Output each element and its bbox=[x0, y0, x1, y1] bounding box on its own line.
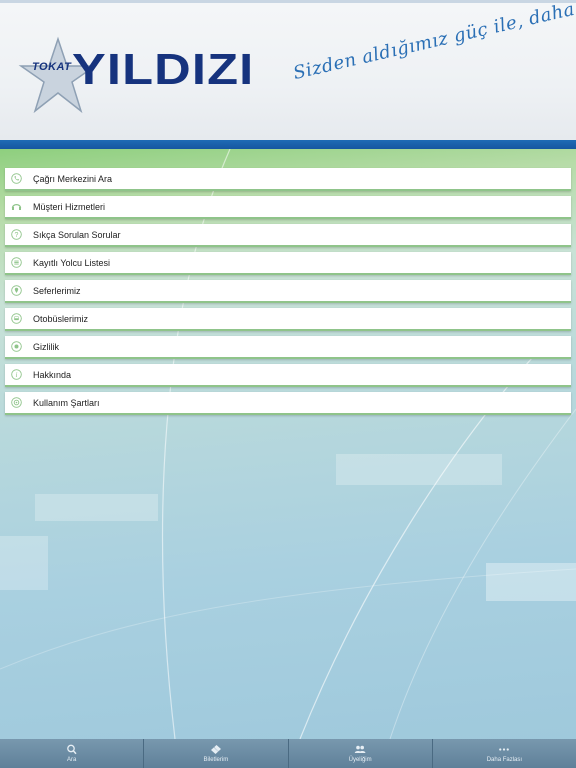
menu-item-label: Otobüslerimiz bbox=[33, 313, 89, 324]
location-pin-icon bbox=[11, 285, 22, 296]
menu-item-label: Çağrı Merkezini Ara bbox=[33, 173, 113, 184]
main-menu: Çağrı Merkezini Ara Müşteri Hizmetleri ?… bbox=[5, 168, 571, 420]
tab-tickets[interactable]: Biletlerim bbox=[144, 739, 289, 768]
slogan-text: Sizden aldığımız güç ile, daha ileriye..… bbox=[291, 0, 576, 84]
header-divider-bar bbox=[0, 140, 576, 149]
menu-item-terms[interactable]: Kullanım Şartları bbox=[5, 392, 571, 415]
tab-label: Biletlerim bbox=[203, 757, 229, 763]
menu-item-label: Kayıtlı Yolcu Listesi bbox=[33, 257, 111, 268]
menu-item-call-center[interactable]: Çağrı Merkezini Ara bbox=[5, 168, 571, 191]
menu-item-label: Kullanım Şartları bbox=[33, 397, 100, 408]
ticket-icon bbox=[210, 744, 222, 755]
logo-main-text: YILDIZI bbox=[72, 45, 255, 94]
tab-more[interactable]: Daha Fazlası bbox=[432, 739, 576, 768]
phone-icon bbox=[11, 173, 22, 184]
menu-item-customer-service[interactable]: Müşteri Hizmetleri bbox=[5, 196, 571, 219]
menu-item-passenger-list[interactable]: Kayıtlı Yolcu Listesi bbox=[5, 252, 571, 275]
more-icon bbox=[498, 744, 510, 755]
privacy-icon bbox=[11, 341, 22, 352]
tab-label: Daha Fazlası bbox=[486, 757, 523, 763]
tab-search[interactable]: Ara bbox=[0, 739, 145, 768]
menu-item-privacy[interactable]: Gizlilik bbox=[5, 336, 571, 359]
menu-item-faq[interactable]: ? Sıkça Sorulan Sorular bbox=[5, 224, 571, 247]
menu-item-routes[interactable]: Seferlerimiz bbox=[5, 280, 571, 303]
menu-item-label: Sıkça Sorulan Sorular bbox=[33, 229, 121, 240]
headset-icon bbox=[11, 201, 22, 212]
brand-logo: TOKAT YILDIZI bbox=[18, 35, 258, 115]
menu-item-label: Müşteri Hizmetleri bbox=[33, 201, 106, 212]
search-icon bbox=[66, 744, 78, 755]
users-icon bbox=[354, 744, 366, 755]
question-icon: ? bbox=[11, 229, 22, 240]
bus-icon bbox=[11, 313, 22, 324]
menu-item-label: Seferlerimiz bbox=[33, 285, 81, 296]
tab-label: Ara bbox=[66, 757, 77, 763]
svg-text:i: i bbox=[16, 371, 18, 379]
tab-label: Üyeliğim bbox=[348, 757, 372, 763]
tab-membership[interactable]: Üyeliğim bbox=[288, 739, 433, 768]
app-header: TOKAT YILDIZI Sizden aldığımız güç ile, … bbox=[0, 0, 576, 140]
menu-item-label: Gizlilik bbox=[33, 341, 59, 352]
bottom-tab-bar: Ara Biletlerim Üyeliğim Daha Fazlası bbox=[0, 739, 576, 768]
menu-item-label: Hakkında bbox=[33, 369, 72, 380]
terms-icon bbox=[11, 397, 22, 408]
list-icon bbox=[11, 257, 22, 268]
info-icon: i bbox=[11, 369, 22, 380]
menu-item-buses[interactable]: Otobüslerimiz bbox=[5, 308, 571, 331]
menu-item-about[interactable]: i Hakkında bbox=[5, 364, 571, 387]
svg-text:?: ? bbox=[15, 232, 19, 239]
logo-small-text: TOKAT bbox=[32, 61, 72, 73]
